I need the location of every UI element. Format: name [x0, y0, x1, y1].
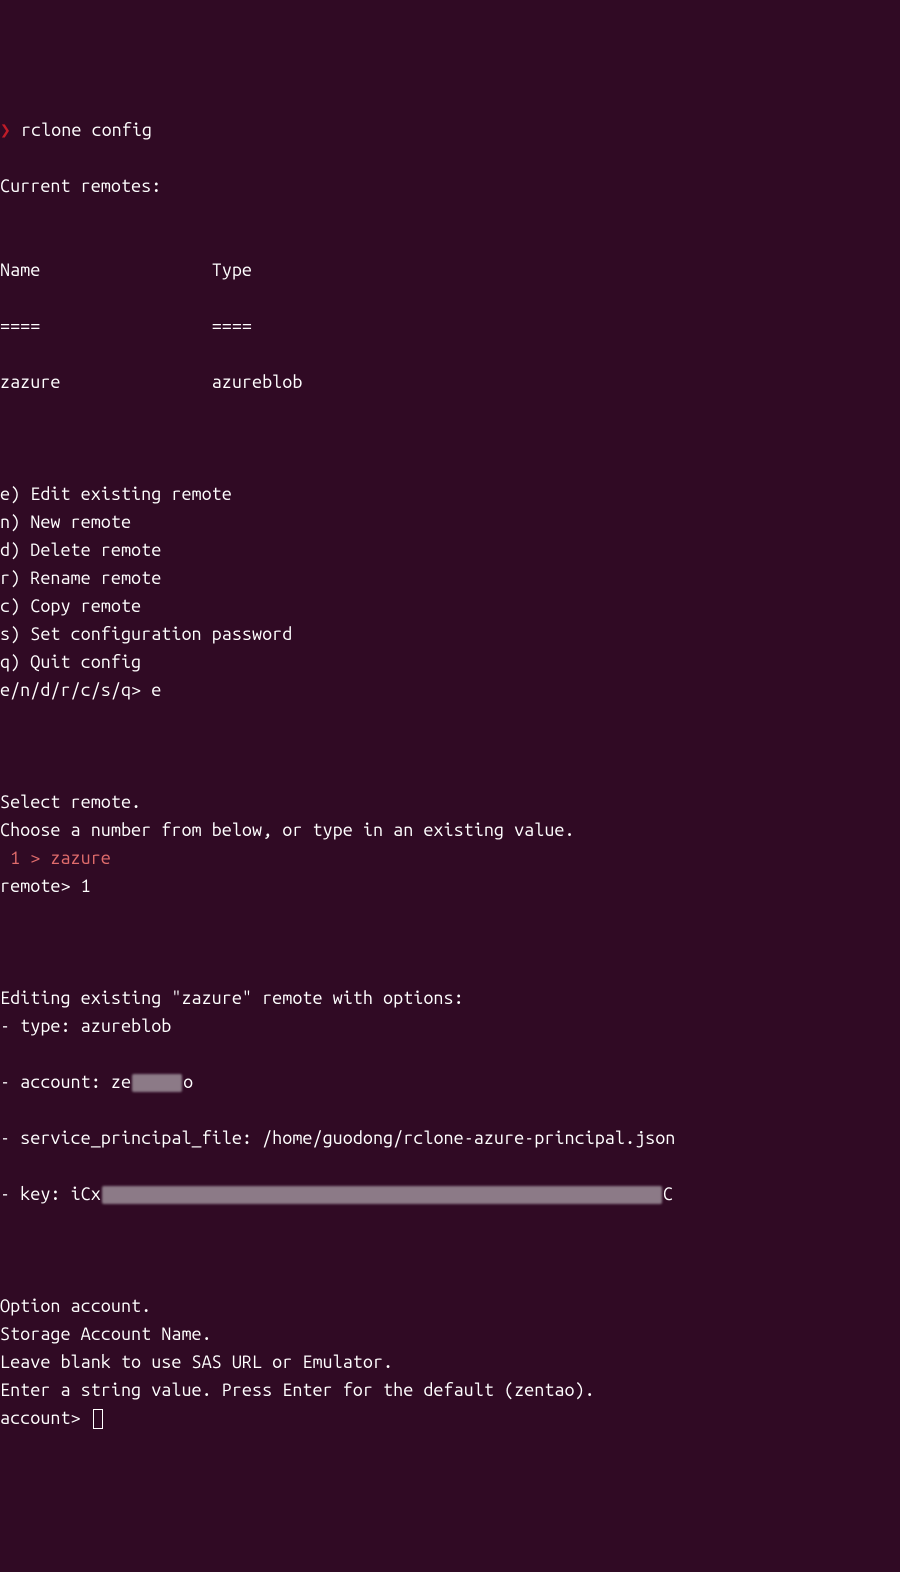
- option-account-default-hint: Enter a string value. Press Enter for th…: [0, 1380, 595, 1400]
- redacted-account: [132, 1074, 182, 1092]
- table-header: Name Type: [0, 256, 900, 284]
- editing-title: Editing existing "zazure" remote with op…: [0, 988, 464, 1008]
- editing-account: - account: zeo: [0, 1068, 900, 1096]
- blank-line: [0, 732, 900, 760]
- option-account-header: Option account.: [0, 1296, 151, 1316]
- menu-item-copy: c) Copy remote: [0, 596, 141, 616]
- menu-item-rename: r) Rename remote: [0, 568, 161, 588]
- editing-spf: - service_principal_file: /home/guodong/…: [0, 1124, 900, 1152]
- menu-prompt[interactable]: e/n/d/r/c/s/q> e: [0, 676, 900, 704]
- blank-line: [0, 928, 900, 956]
- select-title: Select remote.: [0, 792, 141, 812]
- cursor-icon: [93, 1409, 103, 1429]
- remote-prompt[interactable]: remote> 1: [0, 872, 900, 900]
- menu-item-set-password: s) Set configuration password: [0, 624, 292, 644]
- command-line[interactable]: ❯ rclone config: [0, 116, 900, 144]
- select-instruction: Choose a number from below, or type in a…: [0, 820, 575, 840]
- remote-type: azureblob: [212, 372, 303, 392]
- col-type: Type: [212, 260, 252, 280]
- menu-input: e: [151, 680, 161, 700]
- table-underline: ==== ====: [0, 312, 900, 340]
- menu-item-quit: q) Quit config: [0, 652, 141, 672]
- option-account-blank-hint: Leave blank to use SAS URL or Emulator.: [0, 1352, 393, 1372]
- prompt-caret: ❯: [0, 120, 11, 140]
- blank-line: [0, 200, 900, 228]
- menu-item-edit: e) Edit existing remote: [0, 484, 232, 504]
- option-account-name: Storage Account Name.: [0, 1324, 212, 1344]
- menu-item-new: n) New remote: [0, 512, 131, 532]
- table-row: zazure azureblob: [0, 368, 900, 396]
- editing-type: - type: azureblob: [0, 1012, 900, 1040]
- output-header: Current remotes:: [0, 176, 161, 196]
- redacted-key: [102, 1186, 662, 1204]
- remote-name: zazure: [0, 372, 60, 392]
- select-option-1: 1 > zazure: [0, 848, 111, 868]
- remote-input: 1: [81, 876, 91, 896]
- blank-line: [0, 1236, 900, 1264]
- blank-line: [0, 424, 900, 452]
- account-prompt[interactable]: account>: [0, 1404, 900, 1432]
- menu-item-delete: d) Delete remote: [0, 540, 161, 560]
- col-name: Name: [0, 260, 40, 280]
- editing-key: - key: iCxC: [0, 1180, 900, 1208]
- command-text: rclone config: [21, 120, 152, 140]
